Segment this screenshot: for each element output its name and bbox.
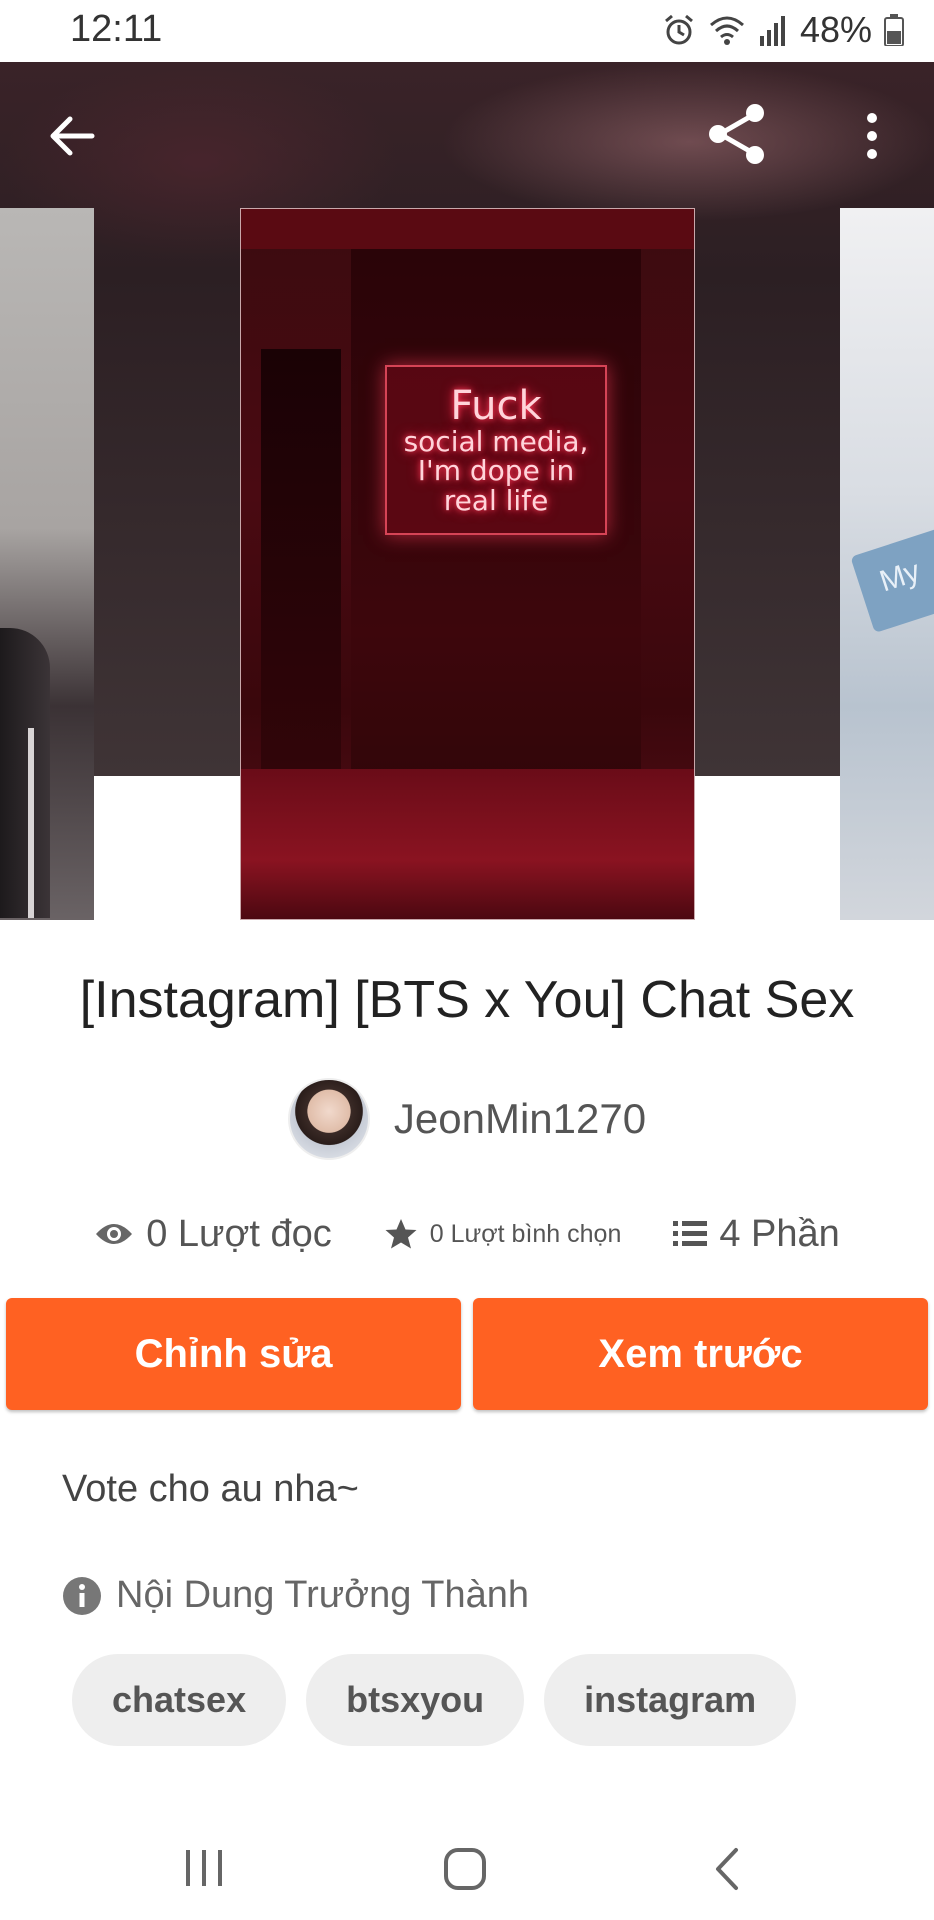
reads-count: 0 Lượt đọc (146, 1212, 332, 1255)
status-icons: 48% (662, 9, 904, 50)
previous-story-cover[interactable] (0, 208, 94, 920)
mature-content-notice: Nội Dung Trưởng Thành (62, 1574, 529, 1617)
author-avatar[interactable] (287, 1078, 370, 1160)
tag-list: chatsex btsxyou instagram (72, 1654, 797, 1746)
action-buttons: Chỉnh sửa Xem trước (6, 1298, 928, 1410)
tag-chip[interactable]: chatsex (72, 1654, 287, 1746)
nav-back-button[interactable] (710, 1846, 746, 1897)
votes-count: 0 Lượt bình chọn (429, 1219, 622, 1248)
edit-button[interactable]: Chỉnh sửa (6, 1298, 461, 1410)
author-name[interactable]: JeonMin1270 (394, 1095, 646, 1143)
mature-label: Nội Dung Trưởng Thành (116, 1574, 529, 1616)
story-description: Vote cho au nha~ (62, 1468, 359, 1510)
list-icon (673, 1221, 708, 1246)
parts-count: 4 Phần (719, 1212, 840, 1255)
home-button[interactable] (442, 1846, 488, 1897)
alarm-icon (662, 13, 696, 47)
recent-apps-icon (186, 1850, 222, 1886)
story-stats: 0 Lượt đọc 0 Lượt bình chọn 4 Phần (0, 1202, 934, 1266)
story-title: [Instagram] [BTS x You] Chat Sex (79, 971, 855, 1029)
battery-icon (884, 14, 904, 46)
neon-sign: Fuck social media, I'm dope in real life (385, 365, 607, 535)
share-icon (709, 104, 764, 164)
preview-button[interactable]: Xem trước (473, 1298, 928, 1410)
votes-stat: 0 Lượt bình chọn (384, 1217, 622, 1251)
tag-chip[interactable]: instagram (544, 1654, 797, 1746)
battery-percent: 48% (799, 9, 872, 50)
reads-stat: 0 Lượt đọc (94, 1213, 332, 1256)
author-row[interactable]: JeonMin1270 (0, 1078, 934, 1160)
system-nav-bar (0, 1816, 934, 1920)
back-arrow-icon (50, 116, 95, 156)
more-options-button[interactable] (856, 108, 888, 164)
next-story-cover[interactable]: My (840, 208, 934, 920)
back-button[interactable] (44, 108, 100, 164)
recent-apps-button[interactable] (182, 1846, 226, 1895)
parts-stat: 4 Phần (673, 1212, 840, 1256)
info-icon (63, 1576, 101, 1615)
more-vert-icon (867, 113, 877, 159)
home-icon (444, 1848, 486, 1890)
status-bar: 12:11 48% (0, 0, 934, 62)
back-icon (716, 1848, 738, 1890)
star-icon (385, 1219, 417, 1249)
eye-icon (96, 1224, 133, 1244)
wifi-icon (708, 13, 746, 47)
signal-icon (758, 14, 788, 46)
story-cover: Fuck social media, I'm dope in real life (240, 208, 695, 920)
tag-chip[interactable]: btsxyou (306, 1654, 525, 1746)
share-button[interactable] (703, 100, 771, 168)
status-time: 12:11 (70, 8, 163, 50)
